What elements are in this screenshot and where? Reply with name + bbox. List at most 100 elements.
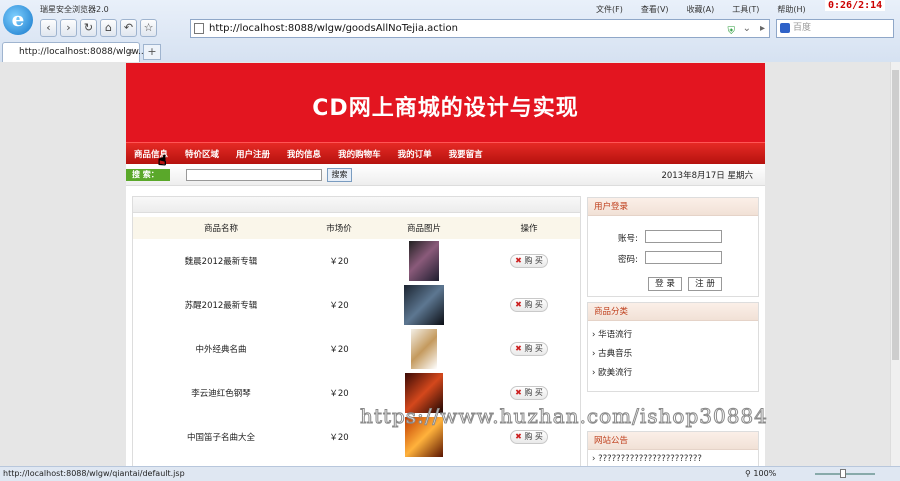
product-image[interactable] <box>404 285 444 325</box>
home-icon[interactable]: ⌂ <box>100 19 117 37</box>
hand-cursor-icon: ☝ <box>158 153 167 170</box>
address-url: http://localhost:8088/wlgw/goodsAllNoTej… <box>209 23 458 34</box>
cart-icon: ✖ <box>515 388 522 397</box>
chevron-right-icon: › <box>592 368 596 378</box>
product-table-header: 商品名称 市场价 商品图片 操作 <box>133 217 580 239</box>
buy-button[interactable]: ✖ 购 买 <box>510 298 548 312</box>
buy-label: 购 买 <box>524 256 543 265</box>
table-row: 苏醒2012最新专辑 ￥20 ✖ 购 买 <box>133 283 580 327</box>
chevron-right-icon: › <box>592 454 596 464</box>
recording-clock: 0:26/2:14 <box>825 0 886 11</box>
table-row: 魏晨2012最新专辑 ￥20 ✖ 购 买 <box>133 239 580 283</box>
product-image[interactable] <box>411 329 437 369</box>
buy-label: 购 买 <box>524 344 543 353</box>
cart-icon: ✖ <box>515 256 522 265</box>
category-item[interactable]: › 华语流行 <box>588 326 758 345</box>
current-date: 2013年8月17日 星期六 <box>661 171 753 181</box>
search-input[interactable]: 百度 <box>776 19 894 38</box>
menu-file[interactable]: 文件(F) <box>596 4 623 15</box>
nav-item-message[interactable]: 我要留言 <box>449 148 483 160</box>
buy-button[interactable]: ✖ 购 买 <box>510 386 548 400</box>
site-search-row: 搜 索： 搜索 2013年8月17日 星期六 <box>126 164 765 186</box>
go-arrow-icon[interactable]: ▸ <box>760 20 765 37</box>
category-item[interactable]: › 欧美流行 <box>588 364 758 383</box>
nav-item-my-info[interactable]: 我的信息 <box>287 148 321 160</box>
product-price: ￥20 <box>329 389 349 399</box>
status-url: http://localhost:8088/wlgw/qiantai/defau… <box>3 469 185 478</box>
favorite-star-icon[interactable]: ☆ <box>140 19 157 37</box>
table-row: 中外经典名曲 ￥20 ✖ 购 买 <box>133 327 580 371</box>
notice-title: 网站公告 <box>588 432 758 450</box>
browser-logo-icon: e <box>3 5 33 35</box>
tab-active[interactable]: http://localhost:8088/wlgw... × <box>2 42 147 62</box>
zoom-level[interactable]: ⚲ 100% <box>745 467 776 481</box>
status-bar: http://localhost:8088/wlgw/qiantai/defau… <box>0 466 900 481</box>
nav-item-specials[interactable]: 特价区域 <box>185 148 219 160</box>
nav-item-register[interactable]: 用户注册 <box>236 148 270 160</box>
cart-icon: ✖ <box>515 432 522 441</box>
watermark-text: https://www.huzhan.com/ishop30884 <box>360 404 768 429</box>
category-title: 商品分类 <box>588 303 758 321</box>
product-image[interactable] <box>409 241 439 281</box>
account-label: 账号: <box>618 234 638 244</box>
cart-icon: ✖ <box>515 344 522 353</box>
register-button[interactable]: 注 册 <box>688 277 722 291</box>
nav-item-orders[interactable]: 我的订单 <box>398 148 432 160</box>
back-icon[interactable]: ‹ <box>40 19 57 37</box>
product-price: ￥20 <box>329 345 349 355</box>
header-image: 商品图片 <box>406 224 441 234</box>
site-search-input[interactable] <box>186 169 322 181</box>
product-name[interactable]: 魏晨2012最新专辑 <box>133 255 309 267</box>
buy-button[interactable]: ✖ 购 买 <box>510 254 548 268</box>
product-panel-header <box>133 197 580 213</box>
search-label: 搜 索： <box>126 169 170 181</box>
chevron-down-icon[interactable]: ⌄ <box>743 20 751 37</box>
notice-text[interactable]: › ??????????????????????? <box>588 450 758 466</box>
buy-button[interactable]: ✖ 购 买 <box>510 342 548 356</box>
password-label: 密码: <box>618 255 638 265</box>
buy-label: 购 买 <box>524 432 543 441</box>
buy-button[interactable]: ✖ 购 买 <box>510 430 548 444</box>
menu-favorites[interactable]: 收藏(A) <box>687 4 715 15</box>
product-name[interactable]: 中外经典名曲 <box>133 343 309 355</box>
undo-icon[interactable]: ↶ <box>120 19 137 37</box>
menu-help[interactable]: 帮助(H) <box>777 4 805 15</box>
scrollbar-thumb[interactable] <box>892 70 899 360</box>
page-icon <box>194 23 204 34</box>
product-price: ￥20 <box>329 433 349 443</box>
window-title: 瑞星安全浏览器2.0 <box>40 5 109 14</box>
category-item[interactable]: › 古典音乐 <box>588 345 758 364</box>
password-input[interactable] <box>645 251 722 264</box>
browser-chrome: e 瑞星安全浏览器2.0 文件(F) 查看(V) 收藏(A) 工具(T) 帮助(… <box>0 0 900 64</box>
search-engine-icon <box>780 23 790 33</box>
buy-label: 购 买 <box>524 300 543 309</box>
shield-icon[interactable]: ⛨ <box>728 23 736 40</box>
nav-buttons: ‹ › ↻ ⌂ ↶ ☆ <box>40 19 157 37</box>
chevron-right-icon: › <box>592 349 596 359</box>
login-button[interactable]: 登 录 <box>648 277 682 291</box>
product-name[interactable]: 中国笛子名曲大全 <box>133 431 309 443</box>
vertical-scrollbar[interactable] <box>890 62 900 466</box>
close-tab-icon[interactable]: × <box>126 43 134 62</box>
login-title: 用户登录 <box>588 198 758 216</box>
menu-tools[interactable]: 工具(T) <box>732 4 759 15</box>
refresh-icon[interactable]: ↻ <box>80 19 97 37</box>
site-nav: 商品信息 特价区域 用户注册 我的信息 我的购物车 我的订单 我要留言 <box>126 142 765 164</box>
zoom-slider-handle[interactable] <box>840 469 846 478</box>
forward-icon[interactable]: › <box>60 19 77 37</box>
search-placeholder: 百度 <box>793 23 812 33</box>
product-name[interactable]: 李云迪红色钢琴 <box>133 387 309 399</box>
nav-item-cart[interactable]: 我的购物车 <box>338 148 381 160</box>
category-panel: 商品分类 › 华语流行 › 古典音乐 › 欧美流行 <box>587 302 759 392</box>
address-bar[interactable]: http://localhost:8088/wlgw/goodsAllNoTej… <box>190 19 770 38</box>
header-price: 市场价 <box>326 224 352 234</box>
product-price: ￥20 <box>329 301 349 311</box>
new-tab-button[interactable]: + <box>143 44 161 60</box>
site-search-button[interactable]: 搜索 <box>327 168 352 182</box>
account-input[interactable] <box>645 230 722 243</box>
menu-view[interactable]: 查看(V) <box>641 4 669 15</box>
header-name: 商品名称 <box>203 224 238 234</box>
buy-label: 购 买 <box>524 388 543 397</box>
product-name[interactable]: 苏醒2012最新专辑 <box>133 299 309 311</box>
header-action: 操作 <box>520 224 538 234</box>
